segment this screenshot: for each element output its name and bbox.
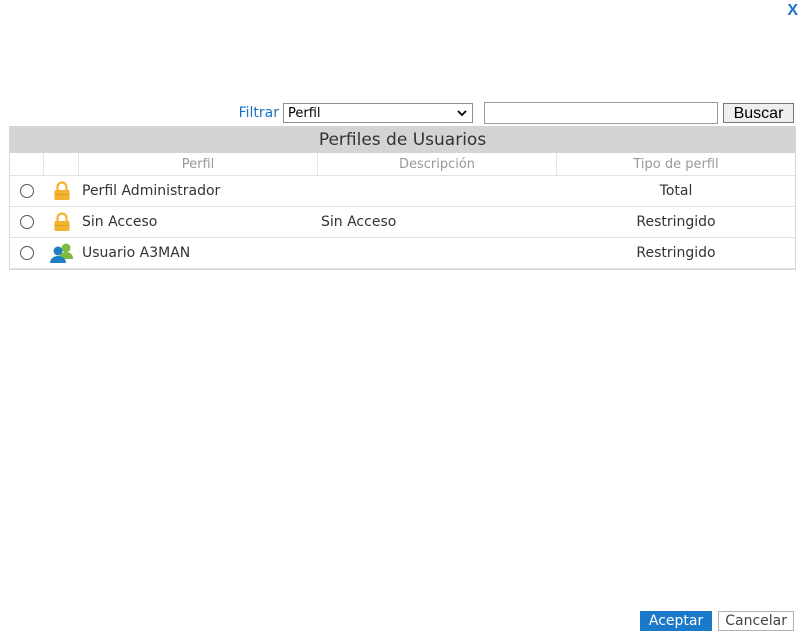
table-row[interactable]: Perfil Administrador Total bbox=[10, 176, 795, 207]
row-icon-cell bbox=[44, 238, 79, 268]
header-icon-cell bbox=[44, 153, 79, 175]
column-header-perfil[interactable]: Perfil bbox=[79, 153, 318, 175]
header-select-cell bbox=[10, 153, 44, 175]
filter-field-select[interactable]: Perfil bbox=[283, 103, 473, 123]
cell-tipo: Restringido bbox=[636, 214, 716, 230]
lock-icon bbox=[54, 212, 69, 231]
grid-header-row: Perfil Descripción Tipo de perfil bbox=[10, 153, 795, 176]
row-radio[interactable] bbox=[20, 246, 34, 260]
cell-perfil: Sin Acceso bbox=[82, 214, 158, 230]
cancel-button[interactable]: Cancelar bbox=[718, 611, 794, 631]
search-button[interactable]: Buscar bbox=[723, 103, 794, 123]
accept-button[interactable]: Aceptar bbox=[639, 611, 713, 631]
lock-icon bbox=[54, 181, 69, 200]
cell-tipo: Total bbox=[659, 183, 693, 199]
cell-perfil: Usuario A3MAN bbox=[82, 245, 191, 261]
filter-label: Filtrar bbox=[238, 105, 279, 121]
profiles-grid: Perfiles de Usuarios Perfil Descripción … bbox=[9, 126, 796, 270]
search-input[interactable] bbox=[484, 102, 718, 124]
cell-descripcion bbox=[318, 238, 557, 268]
cell-descripcion: Sin Acceso bbox=[321, 214, 397, 230]
filter-select-value: Perfil bbox=[288, 105, 321, 121]
row-icon-cell bbox=[44, 207, 79, 237]
row-select-cell bbox=[10, 238, 44, 268]
dialog-actions: Aceptar Cancelar bbox=[639, 611, 794, 631]
table-row[interactable]: Usuario A3MAN Restringido bbox=[10, 238, 795, 269]
grid-title: Perfiles de Usuarios bbox=[10, 126, 795, 153]
cell-descripcion bbox=[318, 176, 557, 206]
filter-bar: Filtrar Perfil Buscar bbox=[239, 102, 794, 124]
row-icon-cell bbox=[44, 176, 79, 206]
chevron-down-icon bbox=[457, 110, 467, 117]
table-row[interactable]: Sin Acceso Sin Acceso Restringido bbox=[10, 207, 795, 238]
row-select-cell bbox=[10, 176, 44, 206]
user-group-icon bbox=[49, 243, 73, 263]
column-header-tipo[interactable]: Tipo de perfil bbox=[557, 153, 795, 175]
row-radio[interactable] bbox=[20, 184, 34, 198]
cell-tipo: Restringido bbox=[636, 245, 716, 261]
cell-perfil: Perfil Administrador bbox=[82, 183, 221, 199]
close-button[interactable]: X bbox=[787, 2, 798, 20]
row-select-cell bbox=[10, 207, 44, 237]
row-radio[interactable] bbox=[20, 215, 34, 229]
column-header-descripcion[interactable]: Descripción bbox=[318, 153, 557, 175]
